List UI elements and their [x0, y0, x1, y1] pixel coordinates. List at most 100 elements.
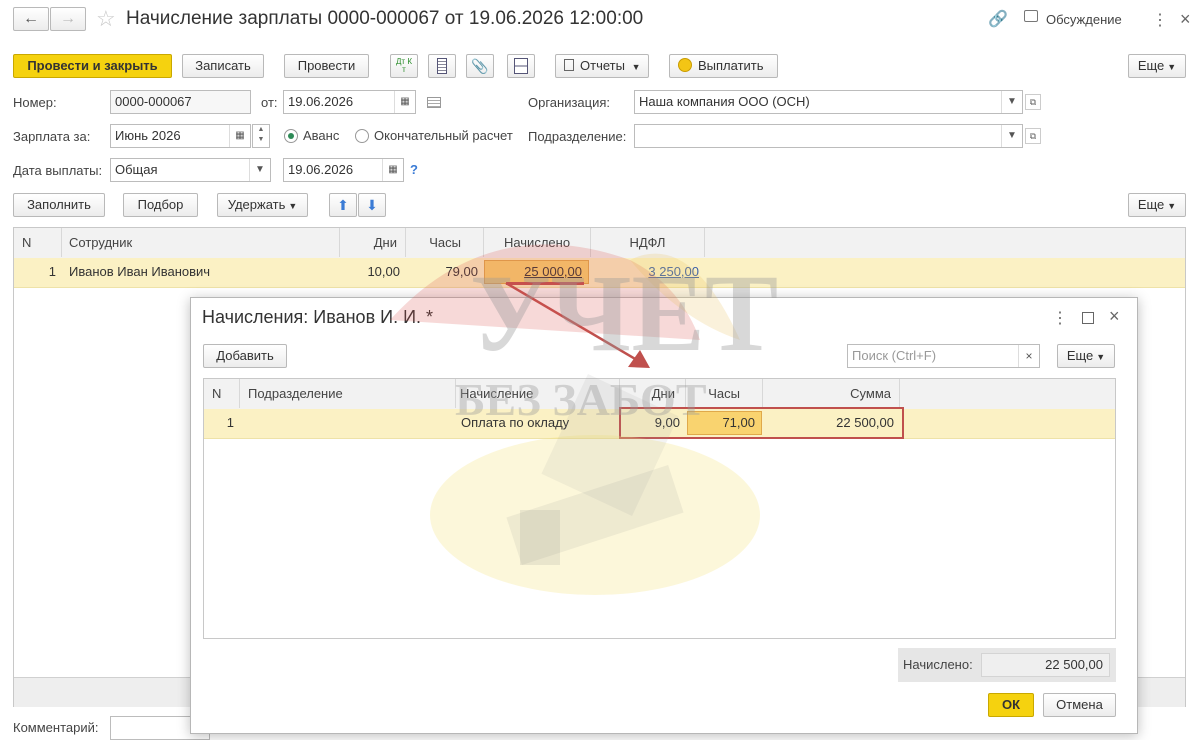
- discussion-link[interactable]: Обсуждение: [1046, 12, 1122, 27]
- col-accrued[interactable]: Начислено: [484, 228, 591, 257]
- calendar-icon[interactable]: ▦: [394, 91, 415, 113]
- ndfl-link[interactable]: 3 250,00: [648, 264, 699, 279]
- col-days[interactable]: Дни: [340, 228, 406, 257]
- cancel-button[interactable]: Отмена: [1043, 693, 1116, 717]
- arrow-right-icon: →: [60, 10, 76, 27]
- chevron-down-icon[interactable]: ▼: [1001, 91, 1022, 113]
- reports-label: Отчеты: [580, 58, 625, 73]
- number-label: Номер:: [13, 95, 57, 110]
- select-button[interactable]: Подбор: [123, 193, 198, 217]
- month-stepper[interactable]: ▲ ▼: [252, 124, 270, 148]
- more-button[interactable]: Еще ▼: [1128, 54, 1186, 78]
- col-ndfl[interactable]: НДФЛ: [591, 228, 705, 257]
- arrow-up-icon: ⬆: [337, 196, 349, 213]
- move-down-button[interactable]: ⬇: [358, 193, 386, 217]
- maximize-icon[interactable]: [1082, 312, 1094, 324]
- structure-button[interactable]: [507, 54, 535, 78]
- pay-date-type-field[interactable]: Общая ▼: [110, 158, 271, 182]
- history-icon[interactable]: [427, 97, 441, 108]
- highlight-frame: [619, 407, 904, 439]
- table-more-button[interactable]: Еще ▼: [1128, 193, 1186, 217]
- add-button[interactable]: Добавить: [203, 344, 287, 368]
- journal-button[interactable]: [428, 54, 456, 78]
- star-icon[interactable]: ☆: [96, 6, 116, 32]
- number-field[interactable]: 0000-000067: [110, 90, 251, 114]
- salary-for-field[interactable]: Июнь 2026 ▦: [110, 124, 251, 148]
- cell-division: [240, 409, 456, 436]
- date-value: 19.06.2026: [288, 94, 354, 109]
- final-radio[interactable]: [355, 129, 369, 143]
- dtkt-icon: Дт Кт: [396, 57, 412, 74]
- move-up-button[interactable]: ⬆: [329, 193, 357, 217]
- col-division[interactable]: Подразделение: [240, 379, 456, 408]
- date-field[interactable]: 19.06.2026 ▦: [283, 90, 416, 114]
- col-hours[interactable]: Часы: [686, 379, 763, 408]
- col-employee[interactable]: Сотрудник: [62, 228, 340, 257]
- total-label: Начислено:: [903, 657, 973, 672]
- chevron-down-icon: ▼: [288, 201, 298, 211]
- title-bar: ← → ☆ Начисление зарплаты 0000-000067 от…: [0, 0, 1203, 40]
- open-icon[interactable]: ⧉: [1025, 94, 1041, 110]
- division-field[interactable]: ▼: [634, 124, 1023, 148]
- col-accrual[interactable]: Начисление: [456, 379, 620, 408]
- list-icon: [437, 58, 447, 74]
- more-vert-icon[interactable]: ⋮: [1052, 308, 1068, 328]
- cell-days: 10,00: [367, 264, 400, 279]
- cell-n: 1: [226, 415, 234, 430]
- page-title: Начисление зарплаты 0000-000067 от 19.06…: [126, 8, 644, 29]
- col-days[interactable]: Дни: [620, 379, 686, 408]
- pay-button[interactable]: Выплатить: [669, 54, 778, 78]
- final-label: Окончательный расчет: [374, 128, 513, 143]
- back-button[interactable]: ←: [13, 7, 49, 31]
- open-icon[interactable]: ⧉: [1025, 128, 1041, 144]
- col-n[interactable]: N: [204, 379, 240, 408]
- ok-button[interactable]: ОК: [988, 693, 1034, 717]
- help-icon[interactable]: ?: [410, 162, 418, 177]
- post-and-close-button[interactable]: Провести и закрыть: [13, 54, 172, 78]
- col-hours[interactable]: Часы: [406, 228, 484, 257]
- col-sum[interactable]: Сумма: [763, 379, 900, 408]
- forward-button[interactable]: →: [50, 7, 86, 31]
- close-icon[interactable]: ×: [1180, 9, 1191, 30]
- organization-label: Организация:: [528, 95, 611, 110]
- calendar-icon[interactable]: ▦: [382, 159, 403, 181]
- post-button[interactable]: Провести: [284, 54, 369, 78]
- dialog-more-button[interactable]: Еще ▼: [1057, 344, 1115, 368]
- search-input[interactable]: Поиск (Ctrl+F) ×: [847, 344, 1040, 368]
- more-label: Еще: [1137, 197, 1165, 212]
- more-label: Еще: [1137, 58, 1165, 73]
- clear-icon[interactable]: ×: [1018, 345, 1039, 367]
- pay-date-label: Дата выплаты:: [13, 163, 103, 178]
- withhold-button[interactable]: Удержать ▼: [217, 193, 308, 217]
- paperclip-icon: 📎: [471, 57, 489, 74]
- dtkt-button[interactable]: Дт Кт: [390, 54, 418, 78]
- cell-employee: Иванов Иван Иванович: [69, 264, 211, 279]
- cell-n: 1: [48, 264, 56, 279]
- organization-field[interactable]: Наша компания ООО (ОСН) ▼: [634, 90, 1023, 114]
- attach-button[interactable]: 📎: [466, 54, 494, 78]
- fill-button[interactable]: Заполнить: [13, 193, 105, 217]
- salary-for-value: Июнь 2026: [115, 128, 181, 143]
- pay-label: Выплатить: [698, 58, 764, 73]
- chevron-down-icon[interactable]: ▼: [249, 159, 270, 181]
- search-placeholder: Поиск (Ctrl+F): [852, 348, 937, 363]
- pay-date-type-value: Общая: [115, 162, 158, 177]
- pay-date-field[interactable]: 19.06.2026 ▦: [283, 158, 404, 182]
- chevron-down-icon: ▼: [1096, 352, 1106, 362]
- arrow-left-icon: ←: [23, 10, 39, 27]
- arrow-head-icon: [628, 350, 650, 368]
- accrued-link[interactable]: 25 000,00: [524, 264, 582, 279]
- reports-button[interactable]: Отчеты ▼: [555, 54, 649, 78]
- discussion-icon[interactable]: [1024, 10, 1038, 22]
- more-vert-icon[interactable]: ⋮: [1152, 10, 1168, 30]
- calendar-icon[interactable]: ▦: [229, 125, 250, 147]
- advance-radio[interactable]: [284, 129, 298, 143]
- cell-accrual: Оплата по окладу: [461, 415, 570, 430]
- cell-hours: 79,00: [445, 264, 478, 279]
- close-icon[interactable]: ×: [1109, 306, 1120, 327]
- pay-date-value: 19.06.2026: [288, 162, 354, 177]
- save-button[interactable]: Записать: [182, 54, 264, 78]
- col-n[interactable]: N: [14, 228, 62, 257]
- link-icon[interactable]: 🔗: [988, 9, 1008, 29]
- chevron-down-icon[interactable]: ▼: [1001, 125, 1022, 147]
